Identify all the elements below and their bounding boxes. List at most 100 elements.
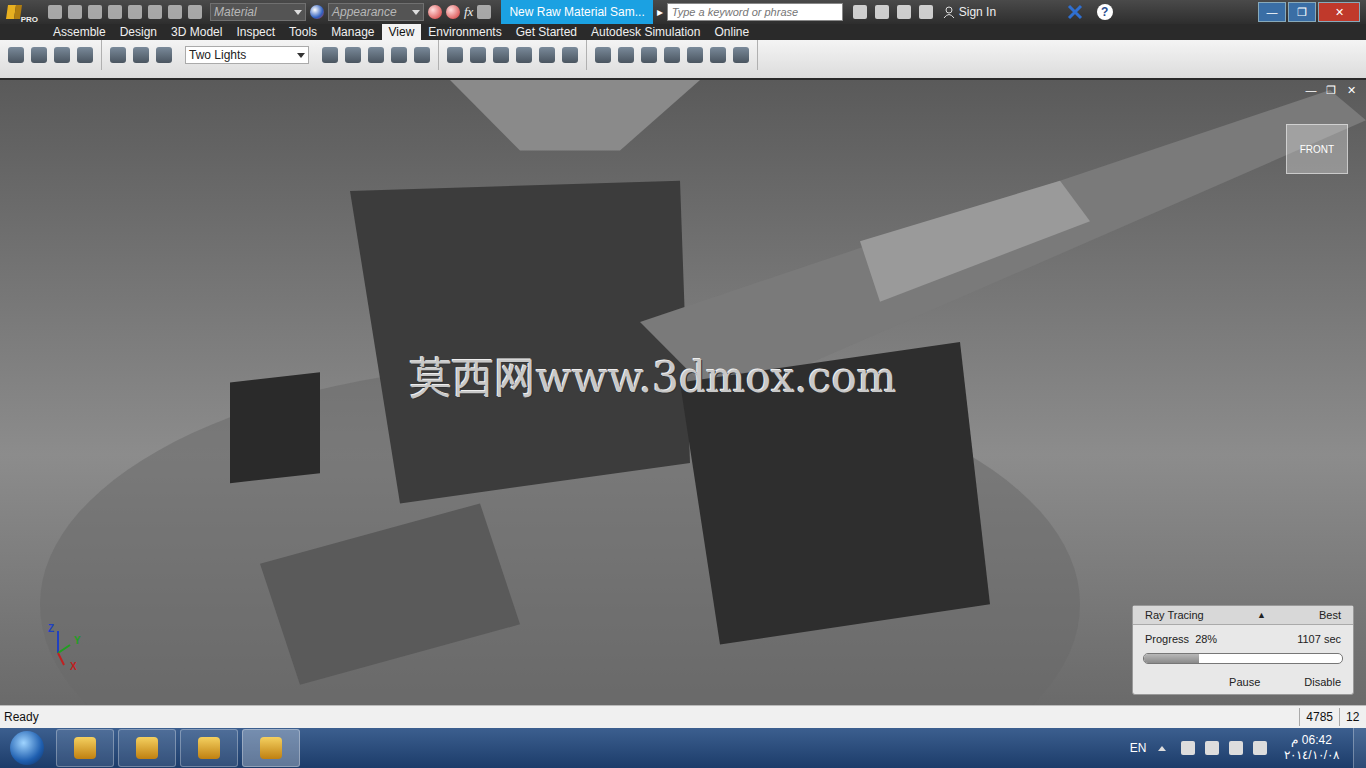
help-button[interactable]: ?: [1097, 4, 1113, 20]
viewport-control-button[interactable]: ❐: [1324, 84, 1338, 97]
new-icon[interactable]: [48, 5, 62, 19]
update-icon[interactable]: [168, 5, 182, 19]
perspective-icon[interactable]: [391, 47, 407, 63]
new-window-icon[interactable]: [562, 47, 578, 63]
ribbon-panel: Two Lights: [0, 40, 1366, 80]
hide-icon[interactable]: [77, 47, 93, 63]
progress-bar: [1143, 653, 1343, 664]
dropdown-arrow-icon: [297, 53, 305, 58]
realistic-icon[interactable]: [345, 47, 361, 63]
ribbon-tab[interactable]: 3D Model: [164, 24, 229, 40]
ray-tracing-button[interactable]: Pause: [1229, 676, 1260, 688]
clear-appearance-icon[interactable]: [428, 5, 442, 19]
window-icon[interactable]: [447, 47, 463, 63]
home-icon[interactable]: [733, 47, 749, 63]
app-menu-button[interactable]: PRO: [0, 0, 40, 24]
sign-in-label: Sign In: [959, 5, 996, 19]
progress-row: Progress 28%1107 sec: [1133, 625, 1353, 649]
quality-label[interactable]: Best: [1319, 609, 1341, 621]
appearance-label: Appearance: [332, 5, 397, 19]
ray-trace-icon[interactable]: [414, 47, 430, 63]
adjust-appearance-icon[interactable]: [446, 5, 460, 19]
window-control-button[interactable]: ❐: [1288, 2, 1316, 22]
wrench-icon[interactable]: [875, 5, 889, 19]
redo-icon[interactable]: [128, 5, 142, 19]
steering-icon[interactable]: [595, 47, 611, 63]
shadow-icon[interactable]: [110, 47, 126, 63]
material-dropdown[interactable]: Material: [210, 3, 306, 21]
viewport-control-button[interactable]: —: [1304, 84, 1318, 97]
ribbon-tab[interactable]: Get Started: [509, 24, 584, 40]
appearance-icon: [310, 5, 324, 19]
customize-icon[interactable]: [477, 5, 491, 19]
axis-label: X: [70, 661, 77, 672]
title-arrow[interactable]: ▸: [657, 5, 663, 19]
ribbon-tab[interactable]: Environments: [421, 24, 508, 40]
network-icon[interactable]: [1205, 741, 1219, 755]
orbit-icon[interactable]: [31, 47, 47, 63]
look-at-icon[interactable]: [687, 47, 703, 63]
fit-icon[interactable]: [710, 47, 726, 63]
ribbon-tab[interactable]: Manage: [324, 24, 381, 40]
sign-in-button[interactable]: Sign In: [943, 5, 1053, 19]
appearance-dropdown[interactable]: Appearance: [328, 3, 424, 21]
ribbon-tab[interactable]: Online: [707, 24, 756, 40]
ribbon-tab[interactable]: Assemble: [46, 24, 113, 40]
shaded-icon[interactable]: [368, 47, 384, 63]
undo-icon[interactable]: [108, 5, 122, 19]
ray-tracing-title: Ray Tracing: [1145, 609, 1204, 621]
star-icon[interactable]: [919, 5, 933, 19]
tools-icon[interactable]: [897, 5, 911, 19]
free-orbit-icon[interactable]: [664, 47, 680, 63]
arrange-icon[interactable]: [493, 47, 509, 63]
zoom-icon[interactable]: [641, 47, 657, 63]
select-icon[interactable]: [188, 5, 202, 19]
formula-button[interactable]: fx: [464, 4, 473, 20]
explorer-icon[interactable]: [56, 729, 114, 767]
look-icon[interactable]: [54, 47, 70, 63]
watermark: 莫西网www.3dmox.com: [410, 350, 897, 406]
ribbon-tab[interactable]: Tools: [282, 24, 324, 40]
print-icon[interactable]: [148, 5, 162, 19]
ribbon-tab[interactable]: Design: [113, 24, 164, 40]
title-bar: PROMaterialAppearancefxNew Raw Material …: [0, 0, 1366, 24]
progress-label: Progress 28%: [1145, 633, 1217, 645]
save-icon[interactable]: [88, 5, 102, 19]
ribbon-tab[interactable]: View: [382, 24, 422, 40]
ribbon-tab[interactable]: Autodesk Simulation: [584, 24, 707, 40]
pan-icon[interactable]: [618, 47, 634, 63]
tray-expand-icon[interactable]: [1158, 746, 1166, 751]
style-icon[interactable]: [322, 47, 338, 63]
clock[interactable]: 06:42 م٢٠١٤/١٠/٠٨: [1274, 733, 1349, 763]
window-control-button[interactable]: —: [1258, 2, 1286, 22]
viewport-control-button[interactable]: ✕: [1344, 84, 1358, 97]
viewport-controls: — ❐ ✕: [1304, 84, 1358, 97]
flag-icon[interactable]: [1181, 741, 1195, 755]
viewcube[interactable]: FRONT: [1286, 124, 1348, 174]
search-field[interactable]: [667, 3, 843, 21]
visibility-icon[interactable]: [8, 47, 24, 63]
ribbon-tab[interactable]: Inspect: [229, 24, 282, 40]
show-desktop-button[interactable]: [1353, 728, 1366, 768]
media-icon[interactable]: [180, 729, 238, 767]
window-control-button[interactable]: ✕: [1318, 2, 1360, 22]
reflection-icon[interactable]: [156, 47, 172, 63]
axis-label: Z: [48, 623, 54, 634]
collapse-button[interactable]: ▲: [1257, 610, 1266, 620]
exchange-x-icon[interactable]: [1067, 4, 1083, 20]
inventor-icon[interactable]: [242, 729, 300, 767]
cascade-icon[interactable]: [539, 47, 555, 63]
ray-tracing-button[interactable]: Disable: [1304, 676, 1341, 688]
tile-icon[interactable]: [516, 47, 532, 63]
signal-icon[interactable]: [1229, 741, 1243, 755]
folder-icon[interactable]: [118, 729, 176, 767]
open-icon[interactable]: [68, 5, 82, 19]
binoculars-icon[interactable]: [853, 5, 867, 19]
ground-icon[interactable]: [133, 47, 149, 63]
lighting-dropdown[interactable]: Two Lights: [185, 46, 309, 64]
volume-icon[interactable]: [1253, 741, 1267, 755]
start-button[interactable]: [10, 731, 44, 765]
graphics-viewport[interactable]: 莫西网www.3dmox.com—❐✕FRONTZYXRay Tracing▲B…: [0, 80, 1366, 705]
clean-icon[interactable]: [470, 47, 486, 63]
language-indicator[interactable]: EN: [1122, 741, 1155, 755]
